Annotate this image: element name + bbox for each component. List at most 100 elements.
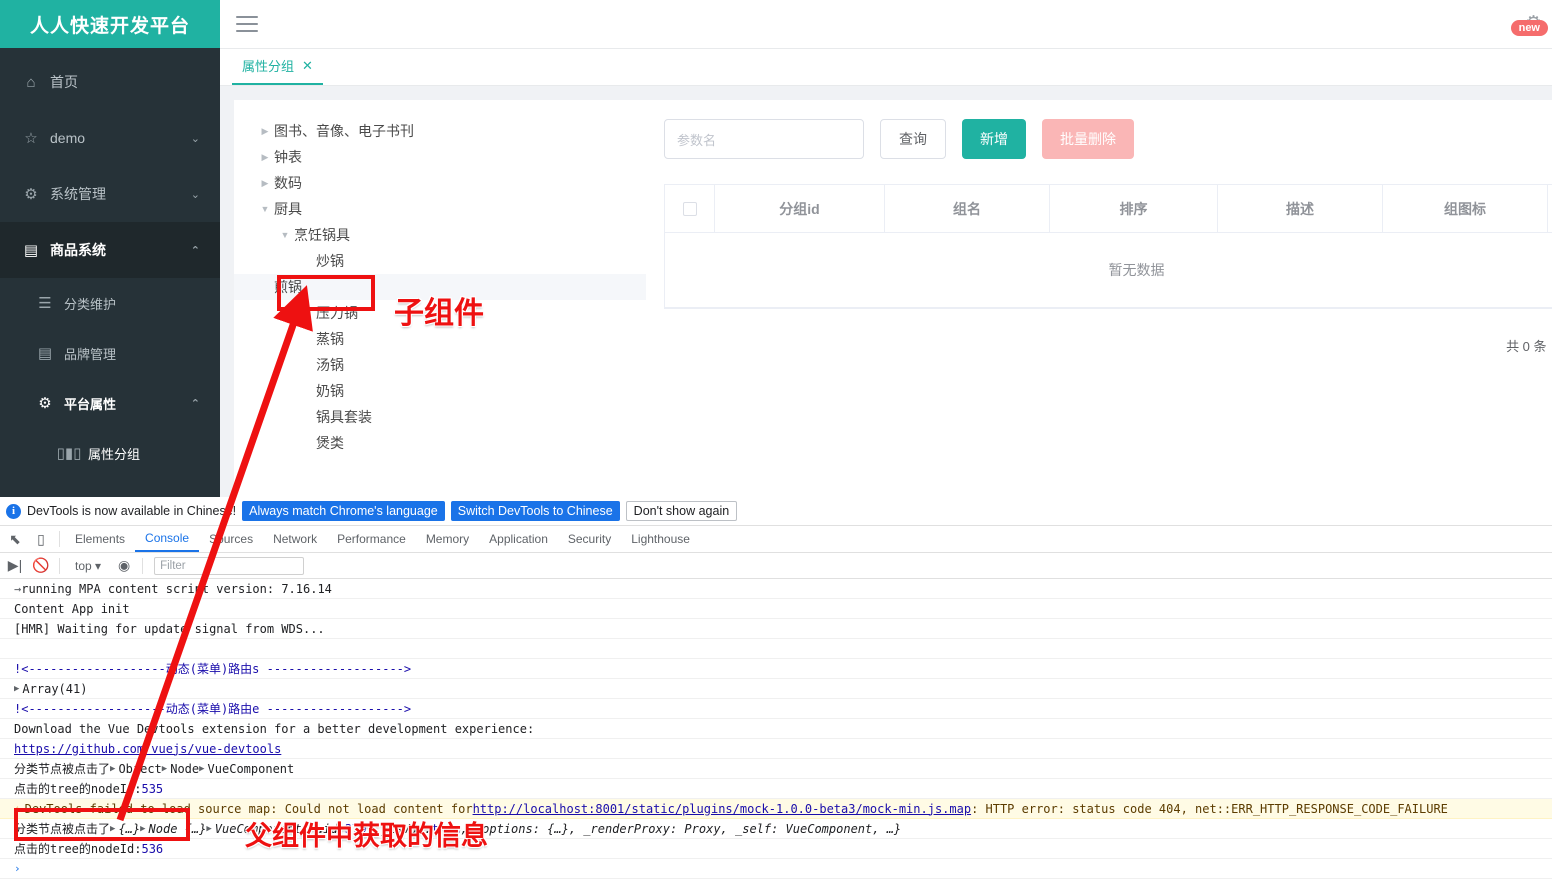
- sidebar-item-system-management[interactable]: ⚙ 系统管理 ⌄: [0, 166, 220, 222]
- sidebar-item-demo[interactable]: ☆ demo ⌄: [0, 110, 220, 166]
- console-text: ›: [14, 859, 21, 879]
- top-bar: ⚙ new: [220, 0, 1552, 48]
- search-button[interactable]: 查询: [880, 119, 946, 159]
- sidebar-item-label: demo: [50, 130, 191, 146]
- caret-down-icon[interactable]: ▼: [256, 196, 274, 222]
- tab-console[interactable]: Console: [135, 526, 199, 552]
- tree-node[interactable]: 汤锅: [256, 352, 646, 378]
- tab-sources[interactable]: Sources: [199, 526, 263, 552]
- tree-node[interactable]: 锅具套装: [256, 404, 646, 430]
- batch-delete-button[interactable]: 批量删除: [1042, 119, 1134, 159]
- tree-node-label: 煎锅: [274, 274, 302, 300]
- sidebar-item-attribute-group[interactable]: ▯▮▯ 属性分组: [0, 428, 220, 478]
- window-icon: ▤: [34, 344, 56, 362]
- tab-security[interactable]: Security: [558, 526, 621, 552]
- select-all-checkbox[interactable]: [683, 202, 697, 216]
- eye-icon[interactable]: ◉: [111, 553, 137, 579]
- divider: [142, 558, 143, 574]
- console-text: 点击的tree的nodeId:: [14, 779, 141, 799]
- dont-show-again-button[interactable]: Don't show again: [626, 501, 738, 521]
- tab-application[interactable]: Application: [479, 526, 558, 552]
- sidebar-item-platform-attributes[interactable]: ⚙ 平台属性 ⌃: [0, 378, 220, 428]
- column-header-sort[interactable]: 排序: [1050, 185, 1218, 233]
- sidebar-item-product-system[interactable]: ▤ 商品系统 ⌃: [0, 222, 220, 278]
- console-log-line: → running MPA content script version: 7.…: [0, 579, 1552, 599]
- tree-node[interactable]: ▼厨具: [256, 196, 646, 222]
- tree-node-label: 数码: [274, 170, 302, 196]
- tree-node[interactable]: 奶锅: [256, 378, 646, 404]
- console-text: ▶: [206, 819, 211, 839]
- add-button[interactable]: 新增: [962, 119, 1026, 159]
- tab-lighthouse[interactable]: Lighthouse: [621, 526, 700, 552]
- switch-to-chinese-button[interactable]: Switch DevTools to Chinese: [451, 501, 620, 521]
- caret-right-icon[interactable]: ▶: [256, 118, 274, 144]
- tab-network[interactable]: Network: [263, 526, 327, 552]
- hamburger-icon[interactable]: [236, 16, 258, 32]
- sidebar-item-category-maintenance[interactable]: ☰ 分类维护: [0, 278, 220, 328]
- divider: [59, 531, 60, 547]
- inspect-element-icon[interactable]: ⬉: [2, 526, 28, 552]
- attribute-group-panel: 参数名 查询 新增 批量删除 分组id 组名 排序: [646, 118, 1552, 456]
- console-text: Node: [170, 759, 199, 779]
- main-area: ⚙ new 属性分组 ✕ ▶图书、音像、电子书刊 ▶钟表 ▶数码 ▼厨具 ▼烹饪…: [220, 0, 1552, 497]
- console-text: !<-------------------: [14, 699, 166, 719]
- tree-node[interactable]: ▶数码: [256, 170, 646, 196]
- column-header-description[interactable]: 描述: [1218, 185, 1383, 233]
- tree-node[interactable]: 煲类: [256, 430, 646, 456]
- chevron-up-icon: ⌃: [191, 244, 200, 257]
- select-all-header[interactable]: [665, 185, 715, 233]
- console-text: 分类节点被点击了: [14, 819, 110, 839]
- tree-node[interactable]: ▼烹饪锅具: [256, 222, 646, 248]
- console-toolbar: ▶| 🚫 top ▾ ◉ Filter: [0, 553, 1552, 579]
- tree-node-label: 煲类: [316, 430, 344, 456]
- tab-performance[interactable]: Performance: [327, 526, 416, 552]
- tab-elements[interactable]: Elements: [65, 526, 135, 552]
- settings-gear-wrap[interactable]: ⚙ new: [1525, 14, 1542, 34]
- chevron-down-icon: ▾: [95, 559, 101, 573]
- console-log-line: Content App init: [0, 599, 1552, 619]
- always-match-language-button[interactable]: Always match Chrome's language: [242, 501, 445, 521]
- column-header-group-id[interactable]: 分组id: [715, 185, 885, 233]
- console-link[interactable]: https://github.com/vuejs/vue-devtools: [14, 739, 281, 759]
- sidebar-item-label: 系统管理: [50, 184, 191, 204]
- context-selector[interactable]: top ▾: [65, 553, 111, 579]
- caret-right-icon[interactable]: ▶: [256, 144, 274, 170]
- tab-memory[interactable]: Memory: [416, 526, 479, 552]
- home-icon: ⌂: [20, 74, 42, 91]
- console-log-line: ▶Array(41): [0, 679, 1552, 699]
- sidebar-item-brand-management[interactable]: ▤ 品牌管理: [0, 328, 220, 378]
- tree-node[interactable]: ▶图书、音像、电子书刊: [256, 118, 646, 144]
- sidebar-toggle-icon[interactable]: ▶|: [2, 553, 28, 579]
- tree-node[interactable]: ▶钟表: [256, 144, 646, 170]
- tab-attribute-group[interactable]: 属性分组 ✕: [232, 48, 323, 85]
- caret-down-icon[interactable]: ▼: [276, 222, 294, 248]
- device-toolbar-icon[interactable]: ▯: [28, 526, 54, 552]
- notice-text: DevTools is now available in Chinese!: [27, 504, 236, 518]
- devtools-tab-bar: ⬉ ▯ Elements Console Sources Network Per…: [0, 526, 1552, 553]
- chevron-down-icon: ⌄: [191, 188, 200, 201]
- console-text: 点击的tree的nodeId:: [14, 839, 141, 859]
- console-text: ▶: [162, 759, 167, 779]
- tree-node[interactable]: 压力锅: [256, 300, 646, 326]
- console-text: true: [432, 819, 461, 839]
- column-header-group-icon[interactable]: 组图标: [1383, 185, 1548, 233]
- chevron-down-icon: ⌄: [191, 132, 200, 145]
- console-filter-input[interactable]: Filter: [154, 557, 304, 575]
- sidebar-item-home[interactable]: ⌂ 首页: [0, 54, 220, 110]
- tree-node-selected[interactable]: 煎锅: [234, 274, 646, 300]
- clear-console-icon[interactable]: 🚫: [28, 553, 54, 579]
- tab-label: 属性分组: [242, 56, 294, 75]
- tree-node[interactable]: 蒸锅: [256, 326, 646, 352]
- caret-right-icon[interactable]: ▶: [256, 170, 274, 196]
- close-icon[interactable]: ✕: [302, 58, 313, 74]
- chart-icon: ▯▮▯: [58, 444, 80, 462]
- tree-node[interactable]: 炒锅: [256, 248, 646, 274]
- console-text: e ------------------->: [252, 699, 411, 719]
- tree-node-label: 锅具套装: [316, 404, 372, 430]
- console-log-line: [HMR] Waiting for update signal from WDS…: [0, 619, 1552, 639]
- column-header-group-name[interactable]: 组名: [885, 185, 1050, 233]
- console-link[interactable]: http://localhost:8001/static/plugins/moc…: [473, 799, 972, 819]
- console-text: ▶: [140, 819, 145, 839]
- search-input[interactable]: 参数名: [664, 119, 864, 159]
- console-text: VueComponent: [208, 759, 295, 779]
